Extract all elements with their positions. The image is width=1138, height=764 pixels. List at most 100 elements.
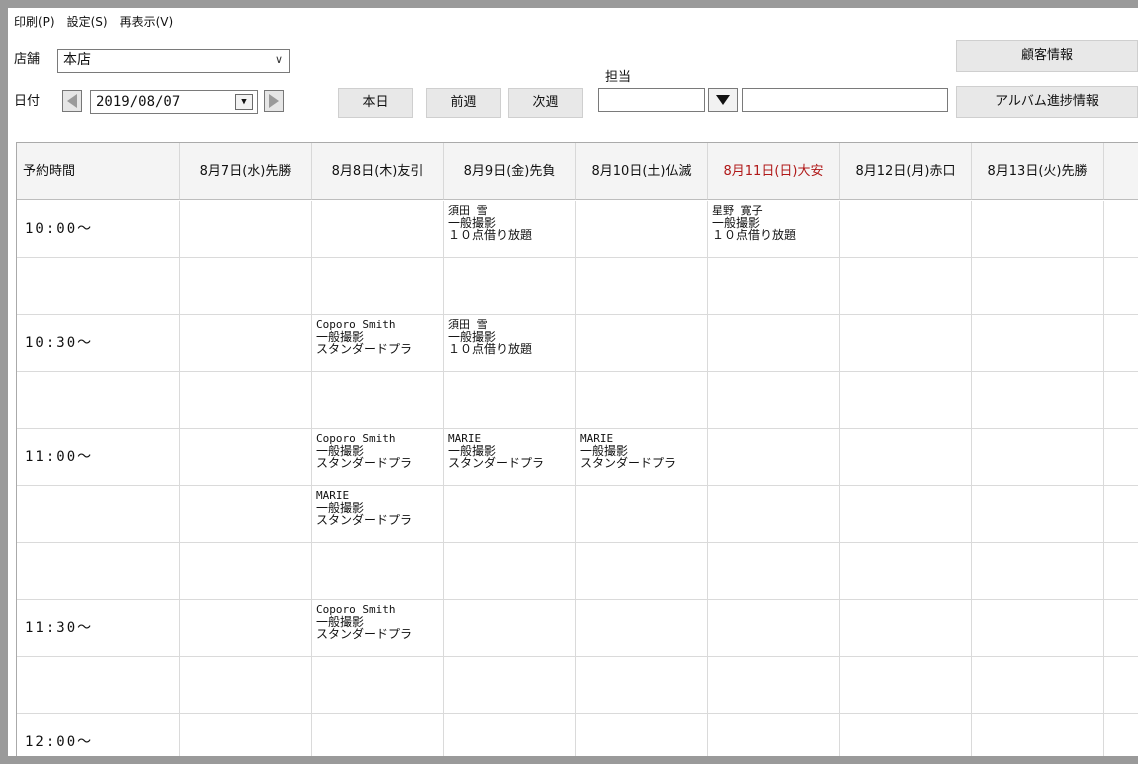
schedule-cell[interactable] [312, 201, 444, 258]
schedule-cell[interactable] [840, 315, 972, 372]
today-button[interactable]: 本日 [338, 88, 413, 118]
schedule-cell[interactable] [972, 315, 1104, 372]
schedule-cell[interactable] [444, 372, 576, 429]
schedule-cell[interactable] [708, 258, 840, 315]
header-day[interactable]: 8月8日(木)友引 [312, 143, 444, 200]
schedule-cell[interactable] [708, 657, 840, 714]
booking-entry[interactable]: Coporo Smith 一般撮影 スタンダードプラ [316, 319, 443, 355]
schedule-cell[interactable] [444, 543, 576, 600]
schedule-cell[interactable] [840, 657, 972, 714]
schedule-cell[interactable] [972, 657, 1104, 714]
booking-entry[interactable]: 星野 寛子 一般撮影 １０点借り放題 [712, 205, 839, 241]
schedule-cell[interactable] [840, 714, 972, 756]
schedule-cell[interactable] [972, 258, 1104, 315]
schedule-cell[interactable] [840, 543, 972, 600]
schedule-cell[interactable] [312, 714, 444, 756]
schedule-cell[interactable] [708, 600, 840, 657]
schedule-cell[interactable]: 星野 寛子 一般撮影 １０点借り放題 [708, 201, 840, 258]
schedule-cell[interactable] [972, 714, 1104, 756]
schedule-cell[interactable] [180, 543, 312, 600]
prev-date-button[interactable] [62, 90, 82, 112]
schedule-cell[interactable]: MARIE 一般撮影 スタンダードプラ [444, 429, 576, 486]
schedule-cell[interactable] [576, 714, 708, 756]
booking-entry[interactable]: 須田 雪一般撮影 １０点借り放題 [448, 205, 575, 241]
menu-refresh[interactable]: 再表示(V) [120, 12, 174, 32]
header-day[interactable]: 8月13日(火)先勝 [972, 143, 1104, 200]
header-day[interactable]: 8月12日(月)赤口 [840, 143, 972, 200]
schedule-cell[interactable] [180, 657, 312, 714]
staff-name-input[interactable] [742, 88, 948, 112]
next-week-button[interactable]: 次週 [508, 88, 583, 118]
schedule-cell[interactable] [444, 258, 576, 315]
schedule-cell[interactable] [972, 600, 1104, 657]
booking-entry[interactable]: Coporo Smith 一般撮影 スタンダードプラ [316, 604, 443, 640]
schedule-cell[interactable] [180, 201, 312, 258]
schedule-cell[interactable] [576, 600, 708, 657]
schedule-cell[interactable] [840, 372, 972, 429]
schedule-cell[interactable]: 須田 雪一般撮影 １０点借り放題 [444, 201, 576, 258]
schedule-cell[interactable] [312, 543, 444, 600]
prev-week-button[interactable]: 前週 [426, 88, 501, 118]
schedule-cell[interactable]: Coporo Smith 一般撮影 スタンダードプラ [312, 315, 444, 372]
schedule-cell[interactable] [972, 201, 1104, 258]
schedule-cell[interactable] [576, 657, 708, 714]
menu-print[interactable]: 印刷(P) [14, 12, 55, 32]
schedule-cell[interactable] [180, 315, 312, 372]
menu-settings[interactable]: 設定(S) [67, 12, 108, 32]
schedule-cell[interactable] [576, 201, 708, 258]
schedule-cell[interactable] [840, 486, 972, 543]
schedule-cell[interactable] [972, 372, 1104, 429]
store-select[interactable]: 本店 ∨ [57, 49, 290, 73]
calendar-dropdown-icon[interactable]: ▼ [235, 94, 253, 110]
schedule-cell[interactable] [708, 315, 840, 372]
schedule-cell[interactable] [180, 429, 312, 486]
date-picker[interactable]: 2019/08/07 ▼ [90, 90, 258, 114]
schedule-cell[interactable] [972, 543, 1104, 600]
booking-entry[interactable]: MARIE 一般撮影 スタンダードプラ [316, 490, 443, 526]
booking-entry[interactable]: Coporo Smith 一般撮影 スタンダードプラ [316, 433, 443, 469]
schedule-cell[interactable] [708, 486, 840, 543]
schedule-cell[interactable] [840, 600, 972, 657]
staff-code-input[interactable] [598, 88, 705, 112]
schedule-cell[interactable]: 須田 雪一般撮影 １０点借り放題 [444, 315, 576, 372]
schedule-cell[interactable] [444, 714, 576, 756]
schedule-cell[interactable]: MARIE 一般撮影 スタンダードプラ [312, 486, 444, 543]
booking-entry[interactable]: MARIE 一般撮影 スタンダードプラ [448, 433, 575, 469]
schedule-cell[interactable] [576, 543, 708, 600]
schedule-cell[interactable]: Coporo Smith 一般撮影 スタンダードプラ [312, 600, 444, 657]
schedule-cell[interactable] [312, 372, 444, 429]
next-date-button[interactable] [264, 90, 284, 112]
schedule-cell[interactable] [576, 258, 708, 315]
schedule-grid[interactable]: 予約時間 8月7日(水)先勝 8月8日(木)友引 8月9日(金)先負 8月10日… [16, 142, 1138, 756]
schedule-cell[interactable] [444, 657, 576, 714]
album-progress-button[interactable]: アルバム進捗情報 [956, 86, 1138, 118]
customer-info-button[interactable]: 顧客情報 [956, 40, 1138, 72]
schedule-cell[interactable] [576, 486, 708, 543]
schedule-cell[interactable] [708, 429, 840, 486]
schedule-cell[interactable] [180, 258, 312, 315]
schedule-cell[interactable] [840, 429, 972, 486]
schedule-cell[interactable] [180, 372, 312, 429]
schedule-cell[interactable] [708, 543, 840, 600]
schedule-cell[interactable] [444, 486, 576, 543]
schedule-cell[interactable]: MARIE 一般撮影 スタンダードプラ [576, 429, 708, 486]
staff-dropdown-button[interactable] [708, 88, 738, 112]
schedule-cell[interactable] [444, 600, 576, 657]
header-day[interactable]: 8月10日(土)仏滅 [576, 143, 708, 200]
header-day[interactable]: 8月9日(金)先負 [444, 143, 576, 200]
schedule-cell[interactable] [972, 429, 1104, 486]
schedule-cell[interactable] [708, 372, 840, 429]
schedule-cell[interactable] [708, 714, 840, 756]
schedule-cell[interactable] [972, 486, 1104, 543]
schedule-cell[interactable] [576, 315, 708, 372]
schedule-cell[interactable] [180, 600, 312, 657]
schedule-cell[interactable] [180, 486, 312, 543]
schedule-cell[interactable] [180, 714, 312, 756]
schedule-cell[interactable]: Coporo Smith 一般撮影 スタンダードプラ [312, 429, 444, 486]
booking-entry[interactable]: MARIE 一般撮影 スタンダードプラ [580, 433, 707, 469]
header-day[interactable]: 8月7日(水)先勝 [180, 143, 312, 200]
header-day-highlighted[interactable]: 8月11日(日)大安 [708, 143, 840, 200]
booking-entry[interactable]: 須田 雪一般撮影 １０点借り放題 [448, 319, 575, 355]
schedule-cell[interactable] [312, 258, 444, 315]
schedule-cell[interactable] [840, 201, 972, 258]
